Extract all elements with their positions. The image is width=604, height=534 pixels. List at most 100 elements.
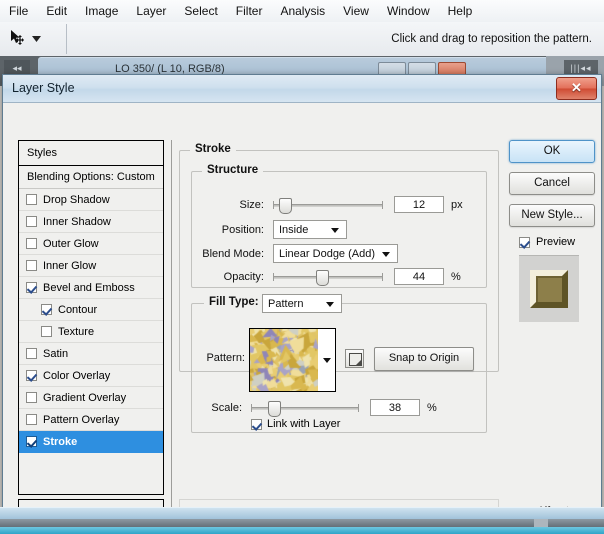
size-label: Size: — [239, 198, 264, 211]
bevel-and-emboss-checkbox[interactable] — [26, 282, 37, 293]
blending-options-label: Blending Options: Custom — [27, 171, 155, 183]
menu-item-analysis[interactable]: Analysis — [271, 2, 334, 20]
fill-type-select[interactable]: Pattern — [262, 294, 342, 313]
close-icon[interactable]: ✕ — [556, 77, 597, 100]
styles-header: Styles — [19, 141, 163, 166]
menu-item-filter[interactable]: Filter — [227, 2, 272, 20]
move-tool-icon[interactable] — [8, 29, 26, 50]
position-row: Position: Inside — [192, 220, 476, 239]
fill-type-group: Fill Type: Pattern Pattern: Snap to Orig… — [191, 294, 487, 433]
menu-item-help[interactable]: Help — [439, 2, 482, 20]
sidebar-item-inner-glow[interactable]: Inner Glow — [19, 255, 163, 277]
opacity-label: Opacity: — [223, 270, 264, 283]
size-slider-cap-right — [382, 200, 383, 209]
chevron-down-icon[interactable] — [382, 251, 390, 257]
chevron-down-icon[interactable] — [32, 33, 41, 45]
new-preset-icon[interactable] — [345, 349, 364, 368]
dialog-title-text: Layer Style — [12, 81, 75, 95]
texture-checkbox[interactable] — [41, 326, 52, 337]
opacity-input[interactable]: 44 — [394, 268, 444, 285]
preview-checkbox[interactable] — [519, 236, 530, 248]
active-tool-well[interactable] — [8, 24, 67, 54]
opacity-slider-cap-right — [382, 272, 383, 281]
sidebar-item-texture[interactable]: Texture — [19, 321, 163, 343]
link-with-layer-checkbox[interactable] — [251, 418, 262, 430]
inner-glow-checkbox[interactable] — [26, 260, 37, 271]
inner-shadow-checkbox[interactable] — [26, 216, 37, 227]
satin-checkbox[interactable] — [26, 348, 37, 359]
size-slider-knob[interactable] — [279, 197, 292, 214]
size-input[interactable]: 12 — [394, 196, 444, 213]
stroke-checkbox[interactable] — [26, 436, 37, 447]
blend-mode-select[interactable]: Linear Dodge (Add) — [273, 244, 398, 263]
size-unit: px — [451, 198, 463, 211]
sidebar-item-outer-glow[interactable]: Outer Glow — [19, 233, 163, 255]
menu-item-select[interactable]: Select — [175, 2, 226, 20]
stroke-group: Stroke Structure Size: 12 px Position: I… — [179, 143, 499, 433]
drop-shadow-checkbox[interactable] — [26, 194, 37, 205]
cancel-button[interactable]: Cancel — [509, 172, 595, 195]
dialog-title-bar[interactable]: Layer Style ✕ — [3, 75, 601, 103]
menu-item-window[interactable]: Window — [378, 2, 439, 20]
sidebar-item-drop-shadow[interactable]: Drop Shadow — [19, 189, 163, 211]
bevel-preview-shape — [530, 270, 568, 308]
opacity-row: Opacity: 44 % — [192, 268, 476, 286]
sidebar-item-label: Outer Glow — [43, 237, 99, 250]
ok-button[interactable]: OK — [509, 140, 595, 163]
pattern-label: Pattern: — [206, 352, 245, 364]
pattern-picker-dropdown[interactable] — [318, 328, 336, 392]
opacity-slider-knob[interactable] — [316, 269, 330, 286]
size-slider[interactable] — [273, 197, 383, 214]
sidebar-item-color-overlay[interactable]: Color Overlay — [19, 365, 163, 387]
chevron-down-icon[interactable] — [322, 358, 331, 363]
position-label: Position: — [221, 223, 264, 236]
panel-divider — [171, 140, 172, 533]
color-overlay-checkbox[interactable] — [26, 370, 37, 381]
link-with-layer-row[interactable]: Link with Layer — [251, 418, 340, 430]
sidebar-item-label: Inner Shadow — [43, 215, 111, 228]
menu-bar: File Edit Image Layer Select Filter Anal… — [0, 0, 604, 23]
chevron-down-icon[interactable] — [326, 301, 334, 307]
outer-glow-checkbox[interactable] — [26, 238, 37, 249]
menu-item-view[interactable]: View — [334, 2, 378, 20]
bevel-inner-fill — [536, 276, 562, 302]
snap-to-origin-button[interactable]: Snap to Origin — [374, 347, 474, 371]
blending-options-row[interactable]: Blending Options: Custom — [19, 166, 163, 189]
scale-slider[interactable] — [251, 400, 359, 417]
preview-toggle-row[interactable]: Preview — [519, 236, 593, 248]
sidebar-item-contour[interactable]: Contour — [19, 299, 163, 321]
scale-slider-knob[interactable] — [267, 400, 281, 417]
new-preset-glyph — [349, 353, 362, 366]
fill-type-label: Fill Type: — [204, 296, 264, 308]
menu-item-file[interactable]: File — [0, 2, 37, 20]
new-style-button[interactable]: New Style... — [509, 204, 595, 227]
pattern-overlay-checkbox[interactable] — [26, 414, 37, 425]
sidebar-item-bevel-and-emboss[interactable]: Bevel and Emboss — [19, 277, 163, 299]
scale-input[interactable]: 38 — [370, 399, 420, 416]
menu-item-layer[interactable]: Layer — [127, 2, 175, 20]
fill-type-value: Pattern — [268, 297, 304, 310]
link-with-layer-label: Link with Layer — [267, 418, 341, 430]
window-chrome-strip-lower — [0, 527, 604, 534]
sidebar-item-stroke[interactable]: Stroke — [19, 431, 163, 453]
sidebar-item-label: Bevel and Emboss — [43, 281, 135, 294]
preview-label: Preview — [536, 236, 576, 248]
sidebar-item-satin[interactable]: Satin — [19, 343, 163, 365]
contour-checkbox[interactable] — [41, 304, 52, 315]
size-row: Size: 12 px — [192, 196, 476, 214]
sidebar-item-gradient-overlay[interactable]: Gradient Overlay — [19, 387, 163, 409]
sidebar-item-inner-shadow[interactable]: Inner Shadow — [19, 211, 163, 233]
gradient-overlay-checkbox[interactable] — [26, 392, 37, 403]
opacity-slider[interactable] — [273, 269, 383, 286]
menu-item-edit[interactable]: Edit — [37, 2, 76, 20]
pattern-swatch[interactable] — [249, 328, 319, 392]
scale-unit: % — [427, 401, 437, 414]
sidebar-item-label: Inner Glow — [43, 259, 97, 272]
menu-item-image[interactable]: Image — [76, 2, 127, 20]
style-preview-thumbnail — [519, 255, 579, 322]
options-bar: Click and drag to reposition the pattern… — [0, 22, 604, 57]
sidebar-item-pattern-overlay[interactable]: Pattern Overlay — [19, 409, 163, 431]
position-select[interactable]: Inside — [273, 220, 347, 239]
chevron-down-icon[interactable] — [331, 227, 339, 233]
dialog-actions: OK Cancel New Style... Preview — [509, 140, 595, 322]
